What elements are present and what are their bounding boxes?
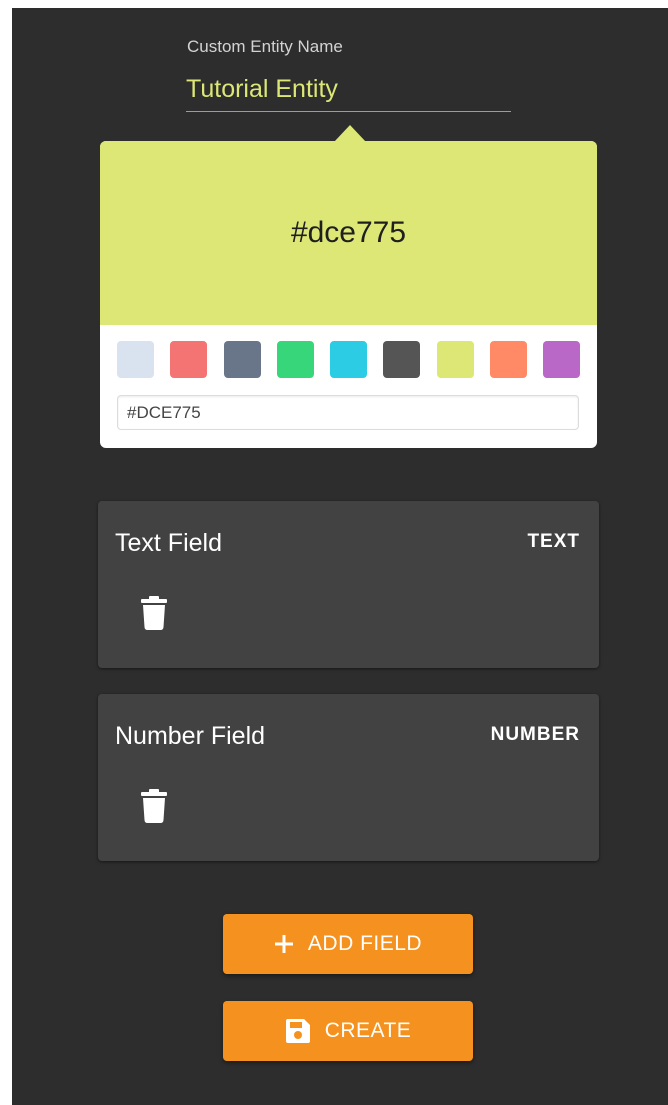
- add-field-button[interactable]: ADD FIELD: [223, 914, 473, 974]
- hex-color-input[interactable]: [117, 395, 579, 430]
- save-icon: [285, 1019, 310, 1043]
- trash-icon[interactable]: [141, 596, 167, 630]
- color-picker: #dce775: [100, 141, 597, 448]
- plus-icon: [274, 935, 293, 953]
- color-swatch[interactable]: [277, 341, 314, 378]
- field-name: Text Field: [115, 529, 222, 557]
- field-type: TEXT: [527, 531, 580, 552]
- entity-name-label: Custom Entity Name: [187, 37, 343, 56]
- color-swatch[interactable]: [383, 341, 420, 378]
- add-field-label: ADD FIELD: [307, 932, 423, 955]
- field-card-number: Number Field NUMBER: [98, 694, 599, 861]
- color-preview: #dce775: [100, 141, 597, 325]
- color-swatch[interactable]: [170, 341, 207, 378]
- color-picker-pointer: [334, 125, 366, 142]
- color-swatch[interactable]: [543, 341, 580, 378]
- color-swatch[interactable]: [490, 341, 527, 378]
- field-name: Number Field: [115, 722, 266, 750]
- color-swatch[interactable]: [117, 341, 154, 378]
- color-preview-hex: #dce775: [290, 216, 407, 249]
- field-type: NUMBER: [490, 724, 580, 745]
- create-label: CREATE: [324, 1019, 412, 1042]
- field-card-text: Text Field TEXT: [98, 501, 599, 668]
- color-swatch[interactable]: [437, 341, 474, 378]
- create-button[interactable]: CREATE: [223, 1001, 473, 1061]
- color-swatch[interactable]: [224, 341, 261, 378]
- trash-icon[interactable]: [141, 789, 167, 823]
- color-swatch[interactable]: [330, 341, 367, 378]
- entity-name-input[interactable]: [186, 67, 511, 112]
